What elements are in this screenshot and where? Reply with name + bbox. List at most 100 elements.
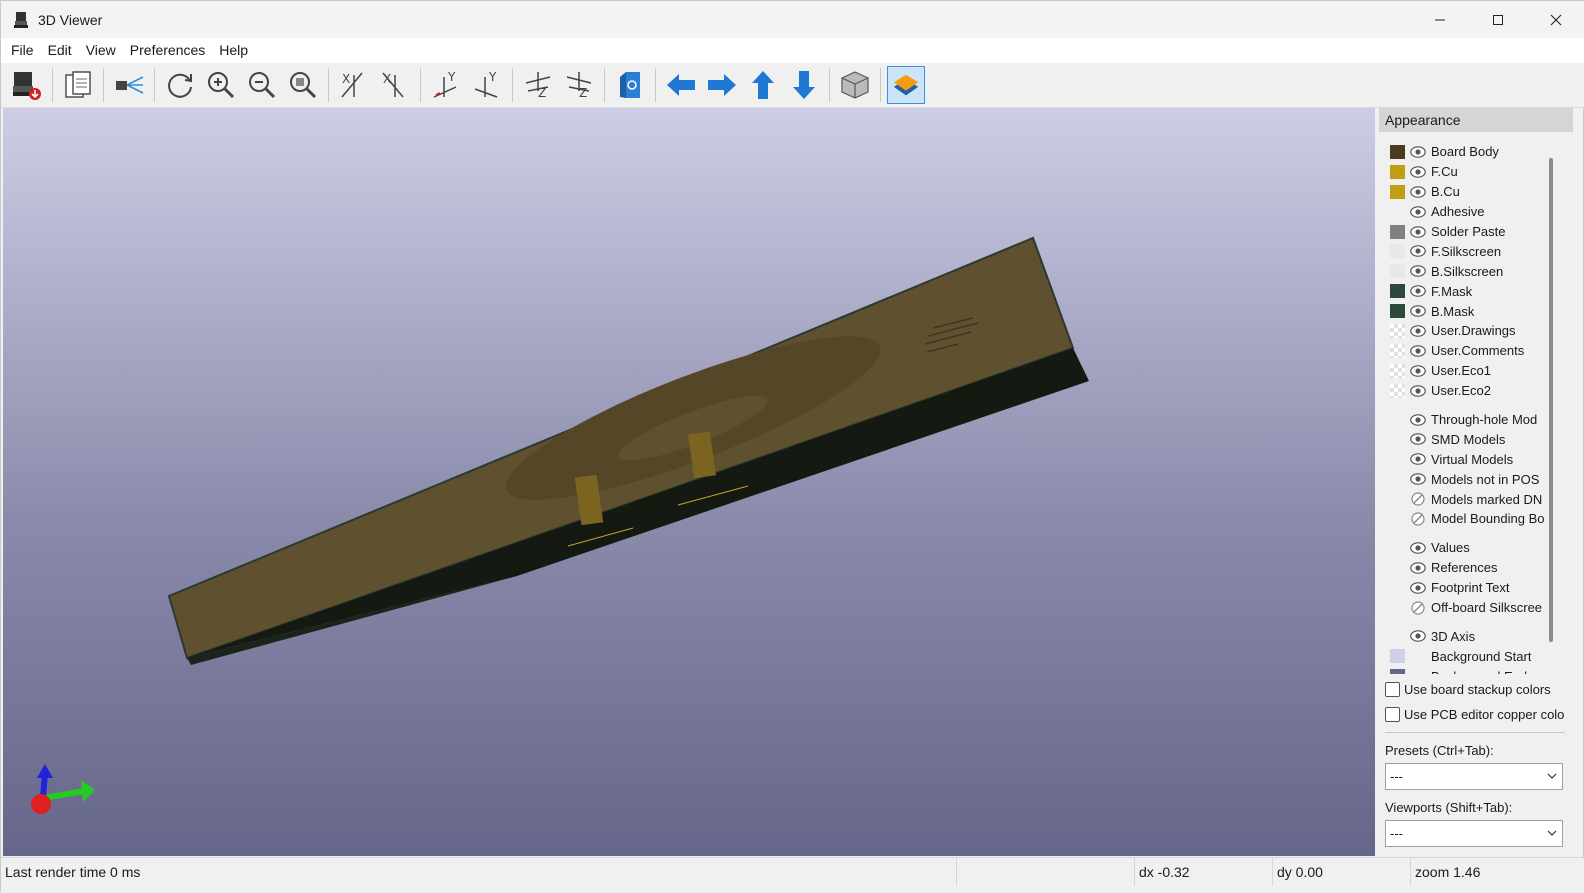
move-down-button[interactable] [785, 66, 823, 104]
use-pcb-editor-copper-option[interactable]: Use PCB editor copper colo [1385, 707, 1564, 722]
layer-color-swatch[interactable] [1390, 264, 1405, 279]
visibility-eye-icon[interactable] [1410, 472, 1426, 486]
layer-row-b-silkscreen[interactable]: B.Silkscreen [1379, 261, 1549, 281]
use-board-stackup-colors-checkbox[interactable] [1385, 682, 1400, 697]
layer-color-swatch[interactable] [1390, 669, 1405, 674]
layer-row-values[interactable]: Values [1379, 538, 1549, 558]
use-board-stackup-colors-option[interactable]: Use board stackup colors [1385, 682, 1551, 697]
layer-row-user-drawings[interactable]: User.Drawings [1379, 321, 1549, 341]
layer-row-f-mask[interactable]: F.Mask [1379, 281, 1549, 301]
rotate-z-ccw-button[interactable]: Z [560, 66, 598, 104]
menu-edit[interactable]: Edit [41, 38, 79, 63]
layer-color-swatch[interactable] [1390, 323, 1405, 338]
rotate-x-ccw-button[interactable]: X [376, 66, 414, 104]
visibility-eye-icon[interactable] [1410, 165, 1426, 179]
zoom-fit-button[interactable] [284, 66, 322, 104]
zoom-out-button[interactable] [243, 66, 281, 104]
reload-board-button[interactable] [161, 66, 199, 104]
visibility-eye-icon[interactable] [1410, 364, 1426, 378]
rotate-x-cw-button[interactable]: X [335, 66, 373, 104]
layer-row-through-hole-mod[interactable]: Through-hole Mod [1379, 410, 1549, 430]
layer-row-model-bounding-bo[interactable]: Model Bounding Bo [1379, 509, 1549, 529]
zoom-in-button[interactable] [202, 66, 240, 104]
use-pcb-editor-copper-checkbox[interactable] [1385, 707, 1400, 722]
layer-color-swatch[interactable] [1390, 244, 1405, 259]
layer-row-virtual-models[interactable]: Virtual Models [1379, 449, 1549, 469]
visibility-eye-icon[interactable] [1410, 145, 1426, 159]
layer-color-swatch[interactable] [1390, 649, 1405, 664]
visibility-eye-icon[interactable] [1410, 324, 1426, 338]
menu-file[interactable]: File [4, 38, 41, 63]
layer-color-swatch[interactable] [1390, 284, 1405, 299]
layer-color-swatch[interactable] [1390, 224, 1405, 239]
layer-color-swatch[interactable] [1390, 164, 1405, 179]
visibility-hidden-icon[interactable] [1410, 492, 1426, 506]
visibility-eye-icon[interactable] [1410, 581, 1426, 595]
rotate-z-cw-button[interactable]: Z [519, 66, 557, 104]
move-left-button[interactable] [662, 66, 700, 104]
menu-help[interactable]: Help [212, 38, 255, 63]
layer-row-smd-models[interactable]: SMD Models [1379, 429, 1549, 449]
rotate-y-cw-button[interactable]: Y [427, 66, 465, 104]
layer-row-off-board-silkscree[interactable]: Off-board Silkscree [1379, 598, 1549, 618]
copy-to-clipboard-button[interactable] [59, 66, 97, 104]
layer-row-references[interactable]: References [1379, 558, 1549, 578]
move-up-button[interactable] [744, 66, 782, 104]
layer-row-background-start[interactable]: Background Start [1379, 646, 1549, 666]
layer-row-3d-axis[interactable]: 3D Axis [1379, 626, 1549, 646]
layer-row-user-comments[interactable]: User.Comments [1379, 341, 1549, 361]
layer-row-adhesive[interactable]: Adhesive [1379, 202, 1549, 222]
layer-row-b-cu[interactable]: B.Cu [1379, 182, 1549, 202]
flip-view-button[interactable] [611, 66, 649, 104]
visibility-eye-icon[interactable] [1410, 244, 1426, 258]
layer-row-models-marked-dn[interactable]: Models marked DN [1379, 489, 1549, 509]
raytrace-button[interactable] [110, 66, 148, 104]
layer-row-f-silkscreen[interactable]: F.Silkscreen [1379, 241, 1549, 261]
move-right-button[interactable] [703, 66, 741, 104]
close-button[interactable] [1527, 1, 1584, 38]
layer-color-swatch[interactable] [1390, 184, 1405, 199]
presets-dropdown[interactable]: --- [1385, 763, 1563, 790]
minimize-button[interactable] [1411, 1, 1469, 38]
layer-row-background-end[interactable]: Background End [1379, 666, 1549, 674]
visibility-eye-icon[interactable] [1410, 384, 1426, 398]
layer-row-f-cu[interactable]: F.Cu [1379, 162, 1549, 182]
visibility-hidden-icon[interactable] [1410, 512, 1426, 526]
layer-color-swatch[interactable] [1390, 383, 1405, 398]
layer-row-user-eco1[interactable]: User.Eco1 [1379, 361, 1549, 381]
visibility-eye-icon[interactable] [1410, 225, 1426, 239]
layer-list-scrollbar[interactable] [1549, 158, 1553, 642]
visibility-eye-icon[interactable] [1410, 432, 1426, 446]
visibility-eye-icon[interactable] [1410, 264, 1426, 278]
ortho-toggle-button[interactable] [836, 66, 874, 104]
layer-color-swatch[interactable] [1390, 304, 1405, 319]
layer-row-board-body[interactable]: Board Body [1379, 142, 1549, 162]
visibility-eye-icon[interactable] [1410, 413, 1426, 427]
visibility-eye-icon[interactable] [1410, 344, 1426, 358]
layer-color-swatch[interactable] [1390, 144, 1405, 159]
maximize-button[interactable] [1469, 1, 1527, 38]
visibility-eye-icon[interactable] [1410, 304, 1426, 318]
3d-canvas[interactable] [3, 108, 1375, 856]
visibility-eye-icon[interactable] [1410, 541, 1426, 555]
layer-row-footprint-text[interactable]: Footprint Text [1379, 578, 1549, 598]
menu-view[interactable]: View [79, 38, 123, 63]
layer-row-b-mask[interactable]: B.Mask [1379, 301, 1549, 321]
visibility-eye-icon[interactable] [1410, 205, 1426, 219]
visibility-eye-icon[interactable] [1410, 284, 1426, 298]
layer-row-solder-paste[interactable]: Solder Paste [1379, 222, 1549, 242]
visibility-hidden-icon[interactable] [1410, 600, 1426, 615]
layer-row-user-eco2[interactable]: User.Eco2 [1379, 381, 1549, 401]
visibility-eye-icon[interactable] [1410, 452, 1426, 466]
layer-color-swatch[interactable] [1390, 363, 1405, 378]
viewports-dropdown[interactable]: --- [1385, 820, 1563, 847]
menu-preferences[interactable]: Preferences [123, 38, 212, 63]
export-image-button[interactable] [8, 66, 46, 104]
visibility-eye-icon[interactable] [1410, 561, 1426, 575]
layers-manager-button[interactable] [887, 66, 925, 104]
rotate-y-ccw-button[interactable]: Y [468, 66, 506, 104]
layer-color-swatch[interactable] [1390, 343, 1405, 358]
visibility-eye-icon[interactable] [1410, 185, 1426, 199]
layer-row-models-not-in-pos[interactable]: Models not in POS [1379, 469, 1549, 489]
visibility-eye-icon[interactable] [1410, 629, 1426, 643]
